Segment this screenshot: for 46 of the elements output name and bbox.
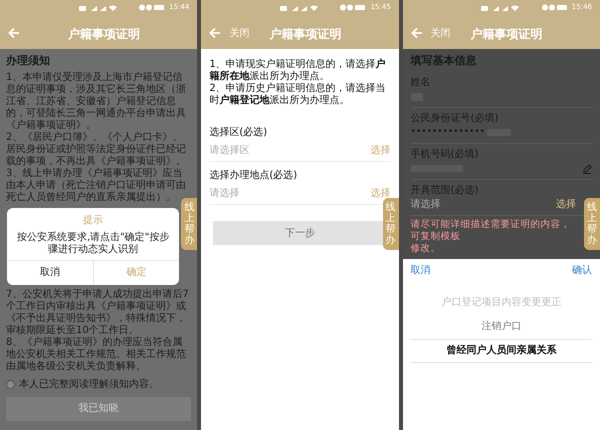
pencil-icon xyxy=(582,164,592,174)
dialog-message: 按公安系统要求,请点击"确定"按步骤进行动态实人识别 xyxy=(16,230,170,256)
instruction-text: 2、申请历史户籍证明信息的，请选择当时户籍登记地派出所为办理点。 xyxy=(209,83,387,107)
signal-icons-drawing xyxy=(481,5,522,12)
back-button[interactable] xyxy=(410,27,423,39)
notice-text: 1、本申请仅受理涉及上海市户籍登记信息的证明事项，涉及其它长三角地区（浙江省、江苏省、安徽省）户籍登记信息的，可登陆长三角一网通办平台申请出具《户籍事项证明》。 xyxy=(6,72,187,132)
instruction-text: 1、申请现实户籍证明信息的，请选择户籍所在地派出所为办理点。 xyxy=(209,59,387,82)
field-label: 选择区(必选) xyxy=(209,126,268,140)
notice-text: 8、《户籍事项证明》的办理应当符合属地公安机关相关工作规范。相关工作规范由属地各级公安机关负责解释。 xyxy=(6,336,187,372)
back-arrow-icon xyxy=(209,27,222,39)
page-title: 户籍事项证明 xyxy=(470,26,543,43)
page-title: 户籍事项证明 xyxy=(68,26,140,43)
signal-icons-drawing xyxy=(78,5,119,12)
cancel-button[interactable]: 取消 xyxy=(7,260,93,284)
section-heading: 办理须知 xyxy=(6,53,51,69)
notice-text: 2、《居民户口簿》、《个人户口卡》、居民身份证或护照等法定身份证件已经记载的事项，不再出具《户籍事项证明》。 xyxy=(6,132,187,168)
back-button[interactable] xyxy=(8,27,20,39)
picker-option[interactable]: 曾经同户人员间亲属关系 xyxy=(410,338,592,362)
select-field[interactable]: 请选择 选择 xyxy=(410,198,576,212)
select-field[interactable]: 请选择区 选择 xyxy=(209,140,391,162)
battery-icons-drawing xyxy=(340,4,366,11)
battery-icons-drawing xyxy=(139,4,166,11)
signal-icons-drawing xyxy=(280,5,320,12)
cancel-link[interactable]: 取消 xyxy=(410,263,431,278)
dialog-title: 提示 xyxy=(82,214,104,228)
confirm-button[interactable]: 确定 xyxy=(92,260,180,284)
warning-text: 修改。 xyxy=(410,242,442,254)
masked-value: •••••••••••••• xyxy=(410,126,485,139)
back-arrow-icon xyxy=(8,27,20,39)
back-button[interactable] xyxy=(209,27,222,39)
close-link[interactable]: 关闭 xyxy=(229,26,250,40)
picker-option[interactable]: 注销户口 xyxy=(410,314,592,338)
field-label: 选择办理地点(必选) xyxy=(209,168,298,183)
warning-text: 请尽可能详细描述需要证明的内容，可复制模板 xyxy=(410,218,572,242)
close-link[interactable]: 关闭 xyxy=(430,26,451,40)
confirm-link[interactable]: 确认 xyxy=(572,263,592,278)
checkbox[interactable] xyxy=(6,380,15,388)
help-tab[interactable]: 线上帮办 xyxy=(584,198,600,250)
battery-icons-drawing xyxy=(542,4,568,11)
help-tab[interactable]: 线上帮办 xyxy=(382,198,399,250)
notice-text: 7、公安机关将于申请人成功提出申请后7个工作日内审核出具《户籍事项证明》或《不予出具证明告知书》，特殊情况下，审核期限延长至10个工作日。 xyxy=(6,288,190,336)
picker-option[interactable]: 户口登记项目内容变更更正 xyxy=(410,290,592,314)
back-arrow-icon xyxy=(410,27,423,39)
agreement-label: 本人已完整阅读理解须知内容。 xyxy=(19,378,159,392)
help-tab[interactable]: 线上帮办 xyxy=(181,198,198,250)
page-title: 户籍事项证明 xyxy=(269,26,342,43)
